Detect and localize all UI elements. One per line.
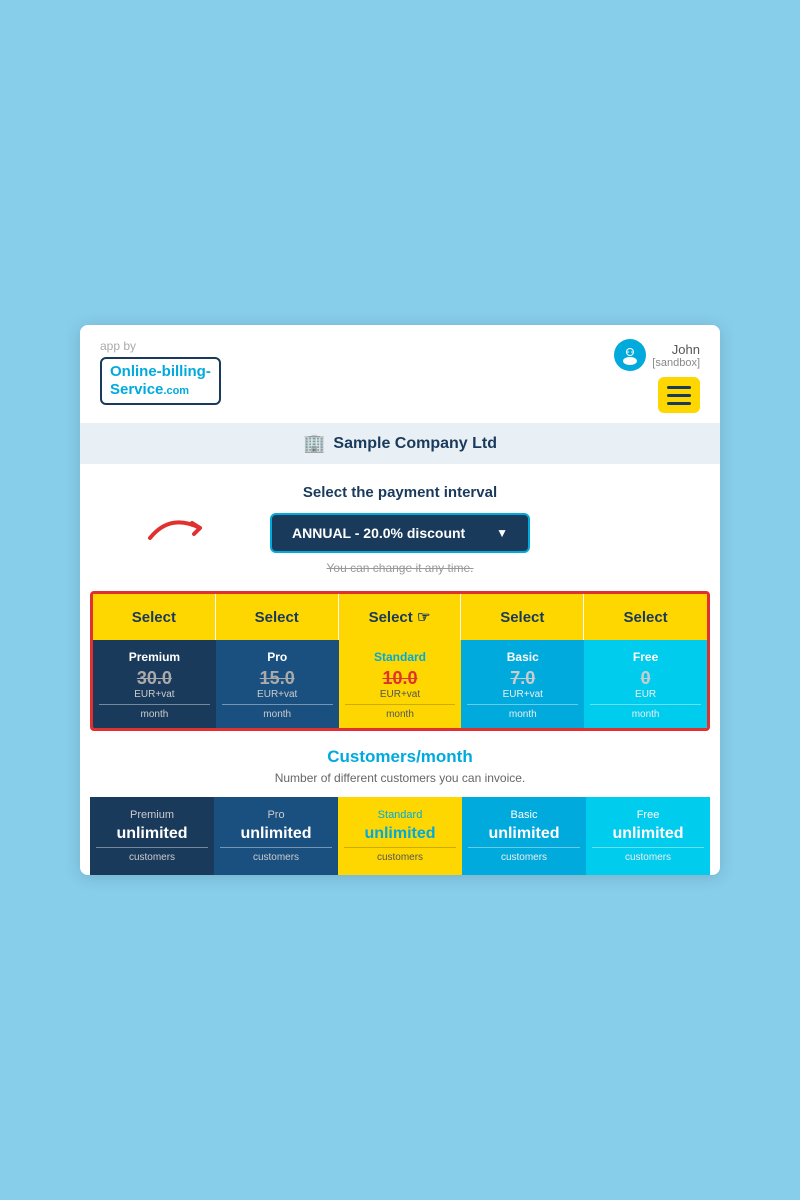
menu-line3 [667,402,691,405]
plan-free-period: month [590,704,701,720]
interval-label: ANNUAL - 20.0% discount [292,525,465,541]
plan-pro-price: 15.0 [222,668,333,689]
plan-free-price: 0 [590,668,701,689]
user-info: John [sandbox] [652,342,700,369]
plan-standard-period: month [345,704,456,720]
feat-free-value: unlimited [592,825,704,843]
select-free-button[interactable]: Select [584,594,707,640]
user-icon [620,345,640,365]
feat-free: Free unlimited customers [586,797,710,875]
feat-premium-unit: customers [96,847,208,863]
building-icon: 🏢 [303,433,325,454]
header: app by Online-billing- Service.com [80,325,720,423]
select-row: Select Select Select ☞ Select Select [93,594,707,640]
change-notice: You can change it any time. [110,561,690,575]
plan-standard-currency: EUR+vat [345,689,456,700]
plan-standard-price: 10.0 [345,668,456,689]
feat-standard: Standard unlimited customers [338,797,462,875]
plan-premium: Premium 30.0 EUR+vat month [93,640,216,728]
plan-premium-price: 30.0 [99,668,210,689]
feat-standard-label: Standard [344,809,456,821]
feat-free-label: Free [592,809,704,821]
feat-standard-unit: customers [344,847,456,863]
sandbox-label: [sandbox] [652,357,700,369]
plan-standard: Standard 10.0 EUR+vat month [339,640,462,728]
app-by-label: app by [100,339,221,353]
plan-free-name: Free [590,650,701,664]
plan-pro-period: month [222,704,333,720]
feat-premium-label: Premium [96,809,208,821]
plan-pro-currency: EUR+vat [222,689,333,700]
plan-pro: Pro 15.0 EUR+vat month [216,640,339,728]
plan-basic-period: month [467,704,578,720]
company-name: Sample Company Ltd [333,435,497,453]
plan-basic: Basic 7.0 EUR+vat month [461,640,584,728]
select-premium-button[interactable]: Select [93,594,216,640]
plan-basic-price: 7.0 [467,668,578,689]
feat-standard-value: unlimited [344,825,456,843]
red-arrow-icon [140,508,230,548]
plan-premium-currency: EUR+vat [99,689,210,700]
feat-free-unit: customers [592,847,704,863]
plan-free: Free 0 EUR month [584,640,707,728]
select-basic-button[interactable]: Select [461,594,584,640]
feature-row: Premium unlimited customers Pro unlimite… [90,797,710,875]
logo-line2: Service [110,381,163,398]
plan-basic-name: Basic [467,650,578,664]
feat-basic: Basic unlimited customers [462,797,586,875]
feat-premium: Premium unlimited customers [90,797,214,875]
feat-basic-label: Basic [468,809,580,821]
logo-com: .com [163,385,189,397]
feat-basic-value: unlimited [468,825,580,843]
plan-pro-name: Pro [222,650,333,664]
plan-basic-currency: EUR+vat [467,689,578,700]
company-bar: 🏢 Sample Company Ltd [80,423,720,464]
plan-header-row: Premium 30.0 EUR+vat month Pro 15.0 EUR+… [93,640,707,728]
logo-line1: Online-billing- [110,363,211,380]
feature-section: Customers/month Number of different cust… [80,731,720,875]
plan-premium-period: month [99,704,210,720]
plans-highlight: Select Select Select ☞ Select Select Pre… [90,591,710,731]
logo-area: app by Online-billing- Service.com [100,339,221,405]
menu-line2 [667,394,691,397]
plan-standard-name: Standard [345,650,456,664]
feat-pro-value: unlimited [220,825,332,843]
main-card: app by Online-billing- Service.com [80,325,720,875]
user-badge: John [sandbox] [614,339,700,371]
feat-premium-value: unlimited [96,825,208,843]
plan-free-currency: EUR [590,689,701,700]
user-avatar [614,339,646,371]
feat-basic-unit: customers [468,847,580,863]
header-right: John [sandbox] [614,339,700,413]
select-standard-button[interactable]: Select ☞ [339,594,462,640]
interval-row: ANNUAL - 20.0% discount ▼ [110,513,690,553]
feature-title: Customers/month [90,747,710,767]
user-name-label: John [652,342,700,357]
interval-dropdown[interactable]: ANNUAL - 20.0% discount ▼ [270,513,530,553]
plan-premium-name: Premium [99,650,210,664]
chevron-down-icon: ▼ [496,526,508,540]
select-pro-button[interactable]: Select [216,594,339,640]
menu-line1 [667,386,691,389]
feat-pro: Pro unlimited customers [214,797,338,875]
feat-pro-unit: customers [220,847,332,863]
logo-box: Online-billing- Service.com [100,357,221,405]
feature-description: Number of different customers you can in… [90,771,710,785]
logo-text: Online-billing- Service.com [110,363,211,399]
payment-title: Select the payment interval [110,484,690,501]
feat-pro-label: Pro [220,809,332,821]
payment-section: Select the payment interval ANNUAL - 20.… [80,464,720,591]
menu-button[interactable] [658,377,700,413]
